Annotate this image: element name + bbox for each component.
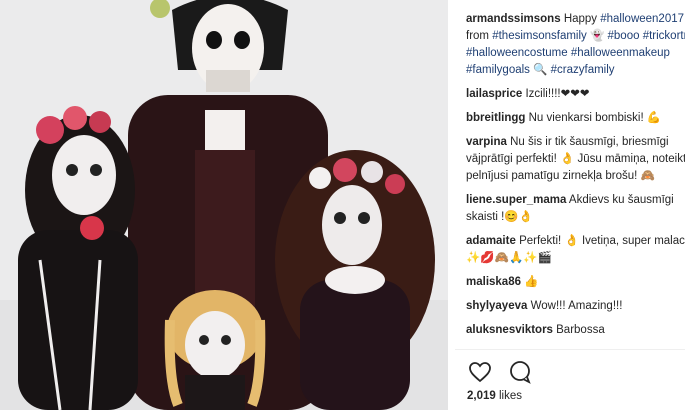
comment-item: adamaite Perfekti! 👌 Ivetiņa, super mala… (466, 233, 685, 267)
comment-item: varpina Nu šis ir tik šausmīgi, briesmīg… (466, 134, 685, 185)
comment-username[interactable]: varpina (466, 136, 507, 148)
comment-item: liene.super_mama Akdievs ku šausmīgi ska… (466, 192, 685, 226)
comment-item: lailasprice Izcili!!!!❤❤❤ (466, 86, 685, 103)
comment-text: 👍 (524, 276, 539, 288)
left-girl-figure (18, 106, 138, 410)
caption-fragment: 👻 (586, 30, 608, 42)
comment-text: Wow!!! Amazing!!! (530, 300, 623, 312)
hashtag-link[interactable]: #halloweencostume (466, 47, 568, 59)
comments-list: armandssimsons Happy #halloween2017 from… (466, 11, 685, 346)
comment-item: maliska86 👍 (466, 274, 685, 291)
comment-username[interactable]: liene.super_mama (466, 194, 566, 206)
hashtag-link[interactable]: #crazyfamily (551, 64, 615, 76)
comment-username[interactable]: shylyayeva (466, 300, 527, 312)
hashtag-link[interactable]: #trickortreat (643, 30, 685, 42)
comment-username[interactable]: adamaite (466, 235, 516, 247)
likes-number: 2,019 (467, 390, 496, 402)
comment-username[interactable]: bbreitlingg (466, 112, 525, 124)
caption-fragment: 🔍 (529, 64, 551, 76)
hashtag-link[interactable]: #halloweenmakeup (571, 47, 670, 59)
likes-count[interactable]: 2,019 likes (467, 390, 522, 402)
section-divider (455, 349, 685, 350)
hashtag-link[interactable]: #booo (608, 30, 640, 42)
likes-label: likes (498, 390, 522, 402)
comment-icon[interactable] (508, 360, 532, 384)
heart-icon[interactable] (468, 360, 492, 384)
comment-item: shylyayeva Wow!!! Amazing!!! (466, 298, 685, 315)
comment-item: bbreitlingg Nu vienkarsi bombiski! 💪 (466, 110, 685, 127)
comments-fade (455, 335, 685, 349)
author-username[interactable]: armandssimsons (466, 13, 561, 25)
comment-username[interactable]: maliska86 (466, 276, 521, 288)
family-photo-illustration (0, 0, 448, 410)
caption-fragment: from (466, 30, 493, 42)
post-actions (468, 360, 544, 389)
post-photo[interactable] (0, 0, 448, 410)
post-caption: armandssimsons Happy #halloween2017 from… (466, 11, 685, 79)
comment-text: Nu vienkarsi bombiski! 💪 (528, 112, 662, 124)
comment-text: Izcili!!!!❤❤❤ (525, 88, 590, 100)
hashtag-link[interactable]: #familygoals (466, 64, 530, 76)
hashtag-link[interactable]: #halloween2017 (600, 13, 684, 25)
hashtag-link[interactable]: #thesimsonsfamily (492, 30, 587, 42)
caption-fragment: Happy (563, 13, 601, 25)
comment-username[interactable]: lailasprice (466, 88, 522, 100)
